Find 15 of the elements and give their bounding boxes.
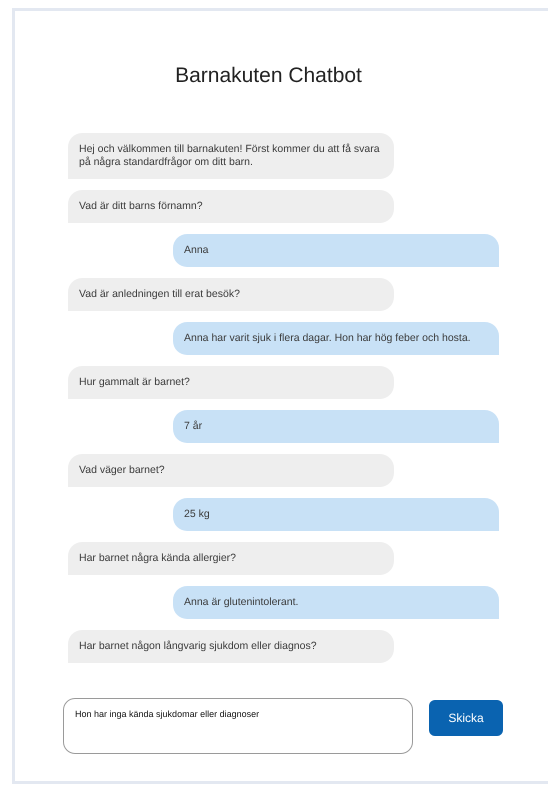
user-message: 25 kg: [173, 498, 499, 531]
user-message: Anna: [173, 234, 499, 267]
bot-message: Vad väger barnet?: [68, 454, 394, 487]
bot-message: Vad är anledningen till erat besök?: [68, 278, 394, 311]
user-message: 7 år: [173, 410, 499, 443]
message-input[interactable]: Hon har inga kända sjukdomar eller diagnoser: [63, 698, 413, 754]
bot-message: Vad är ditt barns förnamn?: [68, 190, 394, 223]
chat-title: Barnakuten Chatbot: [174, 63, 363, 89]
bot-message: Hur gammalt är barnet?: [68, 366, 394, 399]
send-button[interactable]: Skicka: [429, 700, 503, 736]
bot-message: Har barnet några kända allergier?: [68, 542, 394, 575]
bot-message: Hej och välkommen till barnakuten! Först kommer du att få svara på några standardfrågor om ditt barn.: [68, 133, 394, 179]
user-message: Anna har varit sjuk i flera dagar. Hon har hög feber och hosta.: [173, 322, 499, 355]
user-message: Anna är glutenintolerant.: [173, 586, 499, 619]
bot-message: Har barnet någon långvarig sjukdom eller diagnos?: [68, 630, 394, 663]
